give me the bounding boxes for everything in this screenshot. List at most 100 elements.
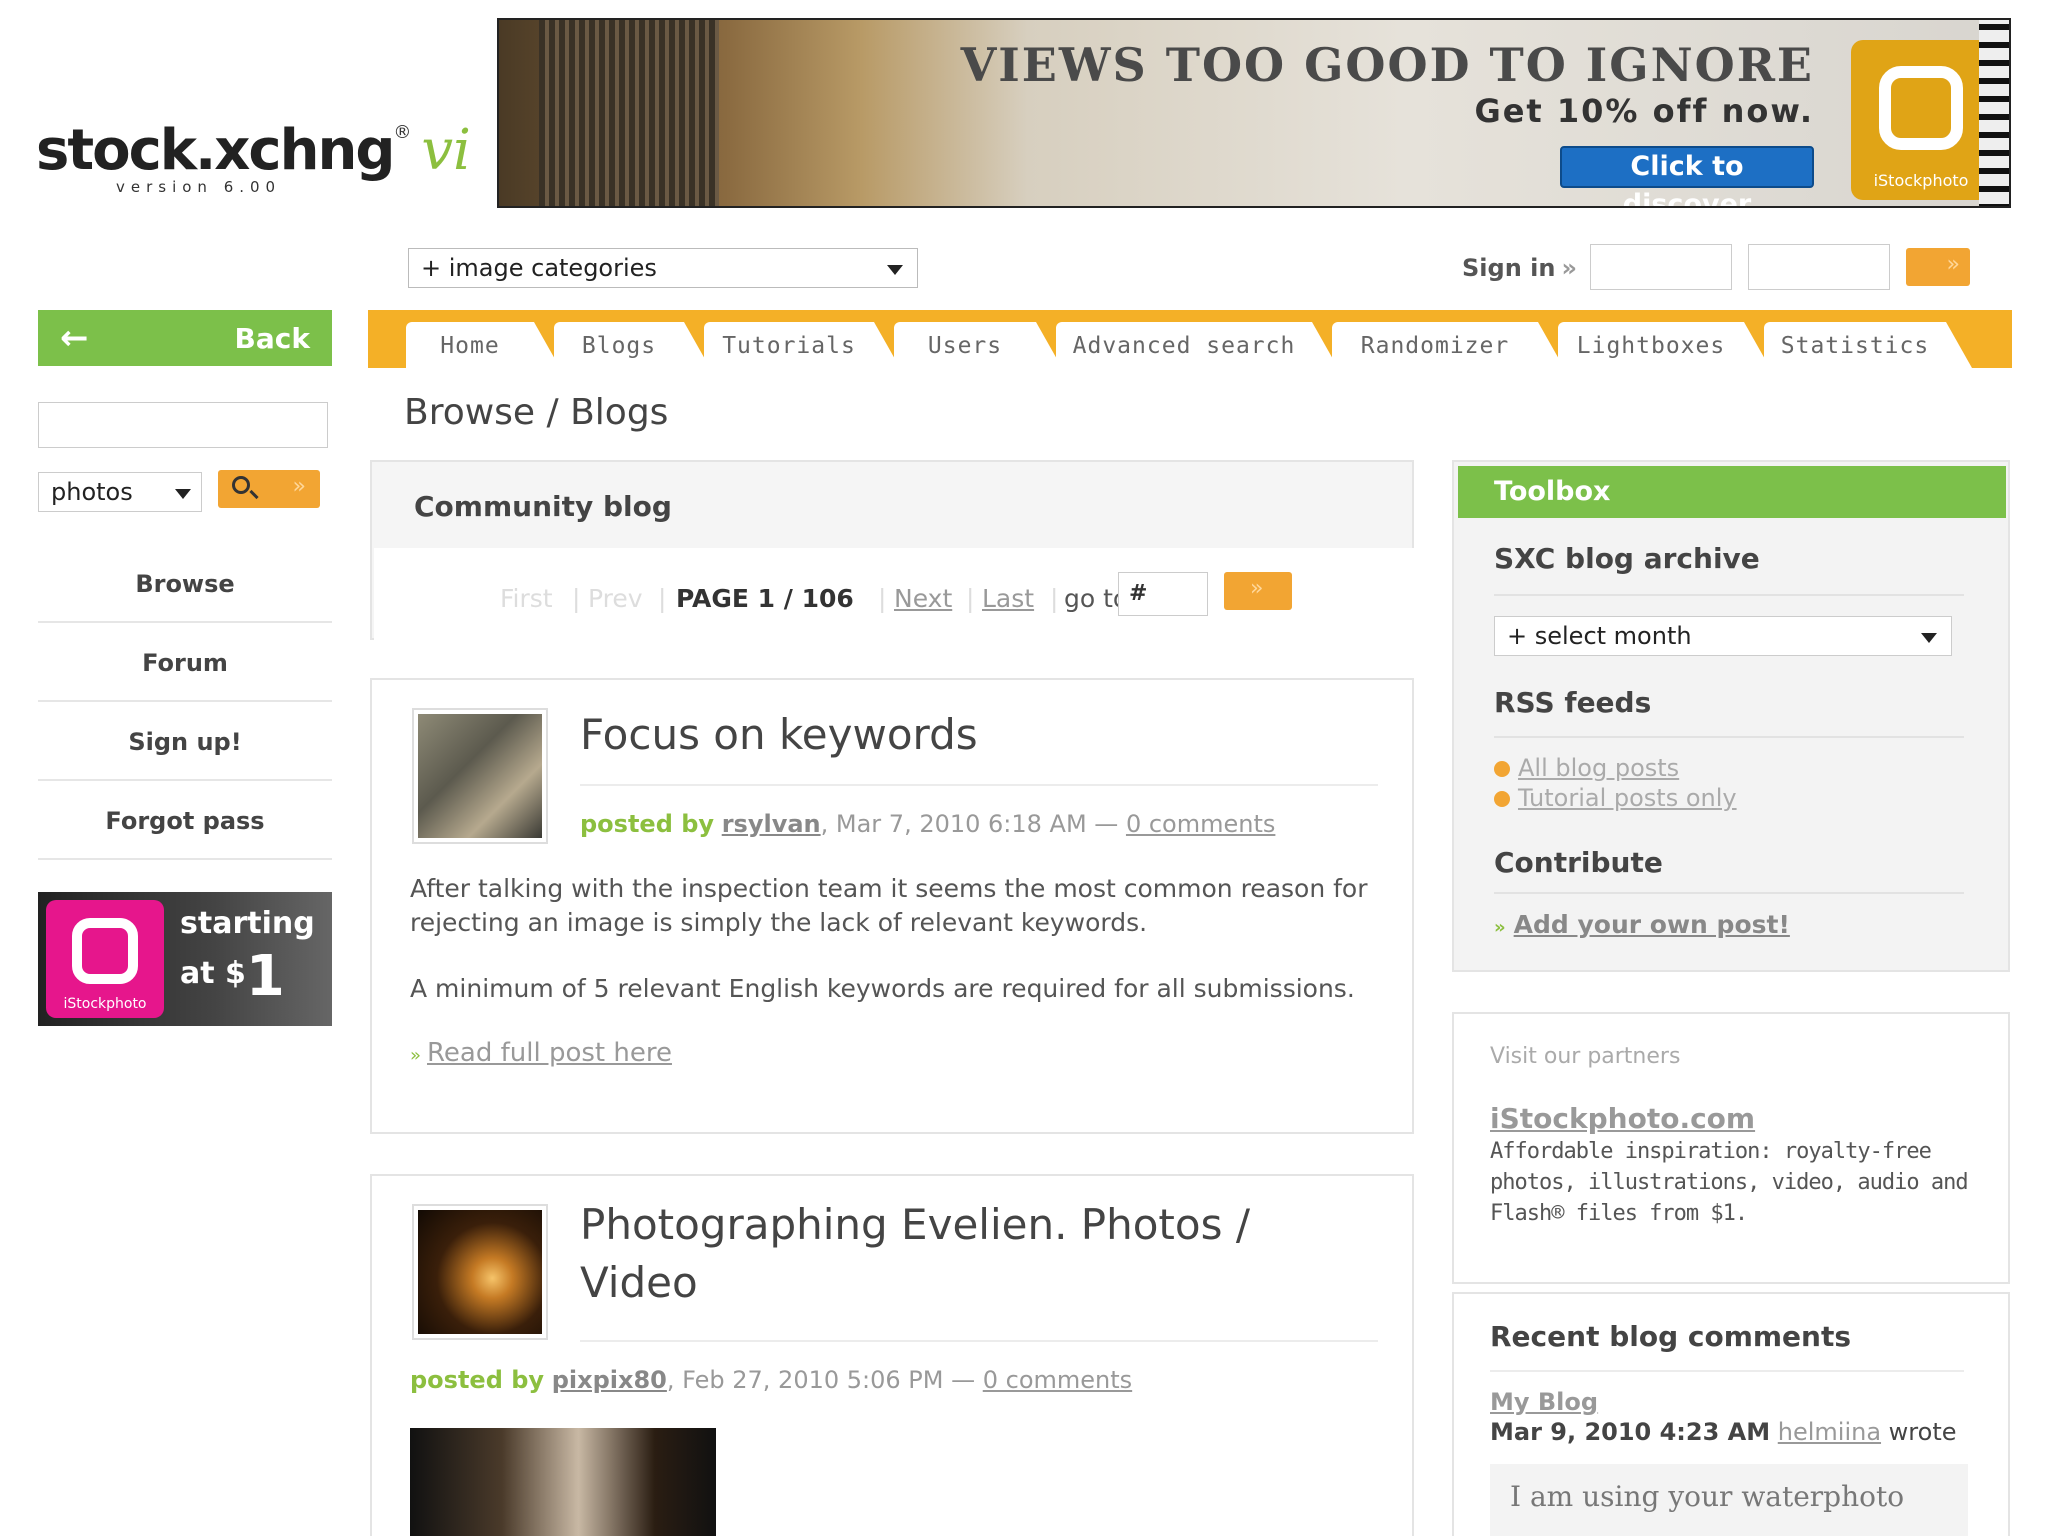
add-post-link[interactable]: Add your own post!: [1514, 910, 1790, 939]
recent-comment-blog-link[interactable]: My Blog: [1490, 1388, 1598, 1416]
post-author-thumbnail[interactable]: [412, 1204, 548, 1340]
rss-tutorial-posts-link[interactable]: Tutorial posts only: [1518, 784, 1737, 812]
banner-brand: iStockphoto: [1873, 171, 1969, 190]
partners-panel: Visit our partners iStockphoto.com Affor…: [1452, 1012, 2010, 1284]
community-blog-panel: Community blog First | Prev | PAGE 1 / 1…: [370, 460, 1414, 640]
goto-page-button[interactable]: [1224, 572, 1292, 610]
istock-side-ad[interactable]: iStockphoto starting at $1: [38, 892, 332, 1026]
partner-description: Affordable inspiration: royalty-free pho…: [1490, 1139, 1969, 1226]
tab-home[interactable]: Home: [406, 322, 560, 368]
banner-building-image: [539, 20, 719, 206]
post-author-link[interactable]: rsylvan: [722, 810, 821, 838]
search-icon: [232, 476, 250, 494]
recent-comment-user-link[interactable]: helmiina: [1778, 1418, 1881, 1446]
left-nav-browse[interactable]: Browse: [38, 545, 332, 623]
recent-comment-wrote: wrote: [1888, 1418, 1957, 1446]
pagination-separator: |: [1050, 584, 1059, 613]
blog-post: Photographing Evelien. Photos / Video po…: [370, 1174, 1414, 1536]
left-nav-forgot-pass[interactable]: Forgot pass: [38, 782, 332, 860]
signin-label: Sign in»: [1462, 254, 1577, 282]
posted-by-label: posted by: [580, 810, 715, 838]
search-type-select[interactable]: photos: [38, 472, 202, 512]
tab-advanced-search[interactable]: Advanced search: [1056, 322, 1338, 368]
logo-version-mark: vi: [421, 118, 471, 183]
partner-link[interactable]: iStockphoto.com: [1490, 1102, 1755, 1135]
post-divider: [580, 1340, 1378, 1342]
main-nav-tabs: Home Blogs Tutorials Users Advanced sear…: [368, 310, 2012, 368]
add-post: » Add your own post!: [1494, 910, 1790, 939]
back-button[interactable]: ← Back: [38, 310, 332, 366]
side-ad-line1: starting: [180, 906, 315, 941]
archive-month-label: + select month: [1507, 622, 1692, 650]
post-body-paragraph: A minimum of 5 relevant English keywords…: [410, 974, 1355, 1003]
rss-all-posts-link[interactable]: All blog posts: [1518, 754, 1679, 782]
toolbox-divider: [1494, 736, 1964, 738]
post-meta: posted by rsylvan, Mar 7, 2010 6:18 AM —…: [580, 810, 1275, 838]
post-divider: [580, 784, 1378, 786]
pagination-first[interactable]: First: [500, 584, 553, 613]
post-meta: posted by pixpix80, Feb 27, 2010 5:06 PM…: [410, 1366, 1132, 1394]
recent-comment-quote: I am using your waterphoto: [1490, 1464, 1968, 1536]
tab-tutorials[interactable]: Tutorials: [704, 322, 900, 368]
read-more-link[interactable]: Read full post here: [427, 1038, 672, 1068]
banner-grid-decoration: [1979, 20, 2009, 206]
recent-comment-date: Mar 9, 2010 4:23 AM: [1490, 1418, 1771, 1446]
tab-lightboxes[interactable]: Lightboxes: [1558, 322, 1770, 368]
pagination-next[interactable]: Next: [894, 584, 952, 613]
banner-subline: Get 10% off now.: [1474, 92, 1814, 130]
pagination-prev[interactable]: Prev: [588, 584, 643, 613]
post-date: , Mar 7, 2010 6:18 AM —: [820, 810, 1119, 838]
recent-comments-panel: Recent blog comments My Blog Mar 9, 2010…: [1452, 1292, 2010, 1536]
rss-icon: [1494, 791, 1510, 807]
post-author-thumbnail[interactable]: [412, 708, 548, 844]
tab-statistics[interactable]: Statistics: [1764, 322, 1972, 368]
image-categories-select[interactable]: + image categories: [408, 248, 918, 288]
post-date: , Feb 27, 2010 5:06 PM —: [666, 1366, 976, 1394]
signin-submit-button[interactable]: [1906, 248, 1970, 286]
image-categories-label: + image categories: [421, 254, 657, 282]
tab-users[interactable]: Users: [894, 322, 1062, 368]
back-label: Back: [234, 322, 310, 355]
post-author-link[interactable]: pixpix80: [552, 1366, 667, 1394]
rss-item: All blog posts: [1494, 754, 1679, 782]
read-more: » Read full post here: [410, 1038, 672, 1068]
archive-month-select[interactable]: + select month: [1494, 616, 1952, 656]
archive-heading: SXC blog archive: [1494, 542, 1760, 575]
side-ad-brand: iStockphoto: [63, 996, 147, 1012]
pagination-last[interactable]: Last: [982, 584, 1034, 613]
blog-post: Focus on keywords posted by rsylvan, Mar…: [370, 678, 1414, 1134]
toolbox-divider: [1494, 892, 1964, 894]
pagination-separator: |: [878, 584, 887, 613]
chevron-down-icon: [175, 489, 191, 499]
banner-headline: VIEWS TOO GOOD TO IGNORE: [960, 38, 1814, 92]
post-comments-link[interactable]: 0 comments: [1126, 810, 1275, 838]
goto-page-input[interactable]: #: [1118, 572, 1208, 616]
search-button[interactable]: »: [218, 470, 320, 508]
toolbox-divider: [1494, 594, 1964, 596]
posted-by-label: posted by: [410, 1366, 545, 1394]
recent-divider: [1490, 1370, 1964, 1372]
page-title: Browse / Blogs: [404, 392, 669, 433]
search-input[interactable]: [38, 402, 328, 448]
post-video-thumbnail[interactable]: [410, 1428, 716, 1536]
password-input[interactable]: [1748, 244, 1890, 290]
post-title[interactable]: Photographing Evelien. Photos / Video: [580, 1196, 1340, 1312]
arrow-left-icon: ←: [60, 318, 89, 358]
istock-logo-icon: iStockphoto: [1851, 40, 1991, 200]
toolbox-panel: Toolbox SXC blog archive + select month …: [1452, 460, 2010, 972]
toolbox-title: Toolbox: [1458, 466, 2006, 518]
contribute-heading: Contribute: [1494, 846, 1663, 879]
rss-item: Tutorial posts only: [1494, 784, 1737, 812]
site-logo[interactable]: stock.xchng® vi version 6.00: [36, 118, 471, 208]
post-title[interactable]: Focus on keywords: [580, 706, 978, 764]
tab-blogs[interactable]: Blogs: [554, 322, 710, 368]
pagination-separator: |: [572, 584, 581, 613]
recent-comments-heading: Recent blog comments: [1490, 1320, 1852, 1353]
tab-randomizer[interactable]: Randomizer: [1332, 322, 1564, 368]
banner-cta-button[interactable]: Click to discover: [1560, 146, 1814, 206]
left-nav-signup[interactable]: Sign up!: [38, 703, 332, 781]
post-comments-link[interactable]: 0 comments: [983, 1366, 1132, 1394]
banner-ad[interactable]: VIEWS TOO GOOD TO IGNORE Get 10% off now…: [497, 18, 2011, 208]
username-input[interactable]: [1590, 244, 1732, 290]
left-nav-forum[interactable]: Forum: [38, 624, 332, 702]
